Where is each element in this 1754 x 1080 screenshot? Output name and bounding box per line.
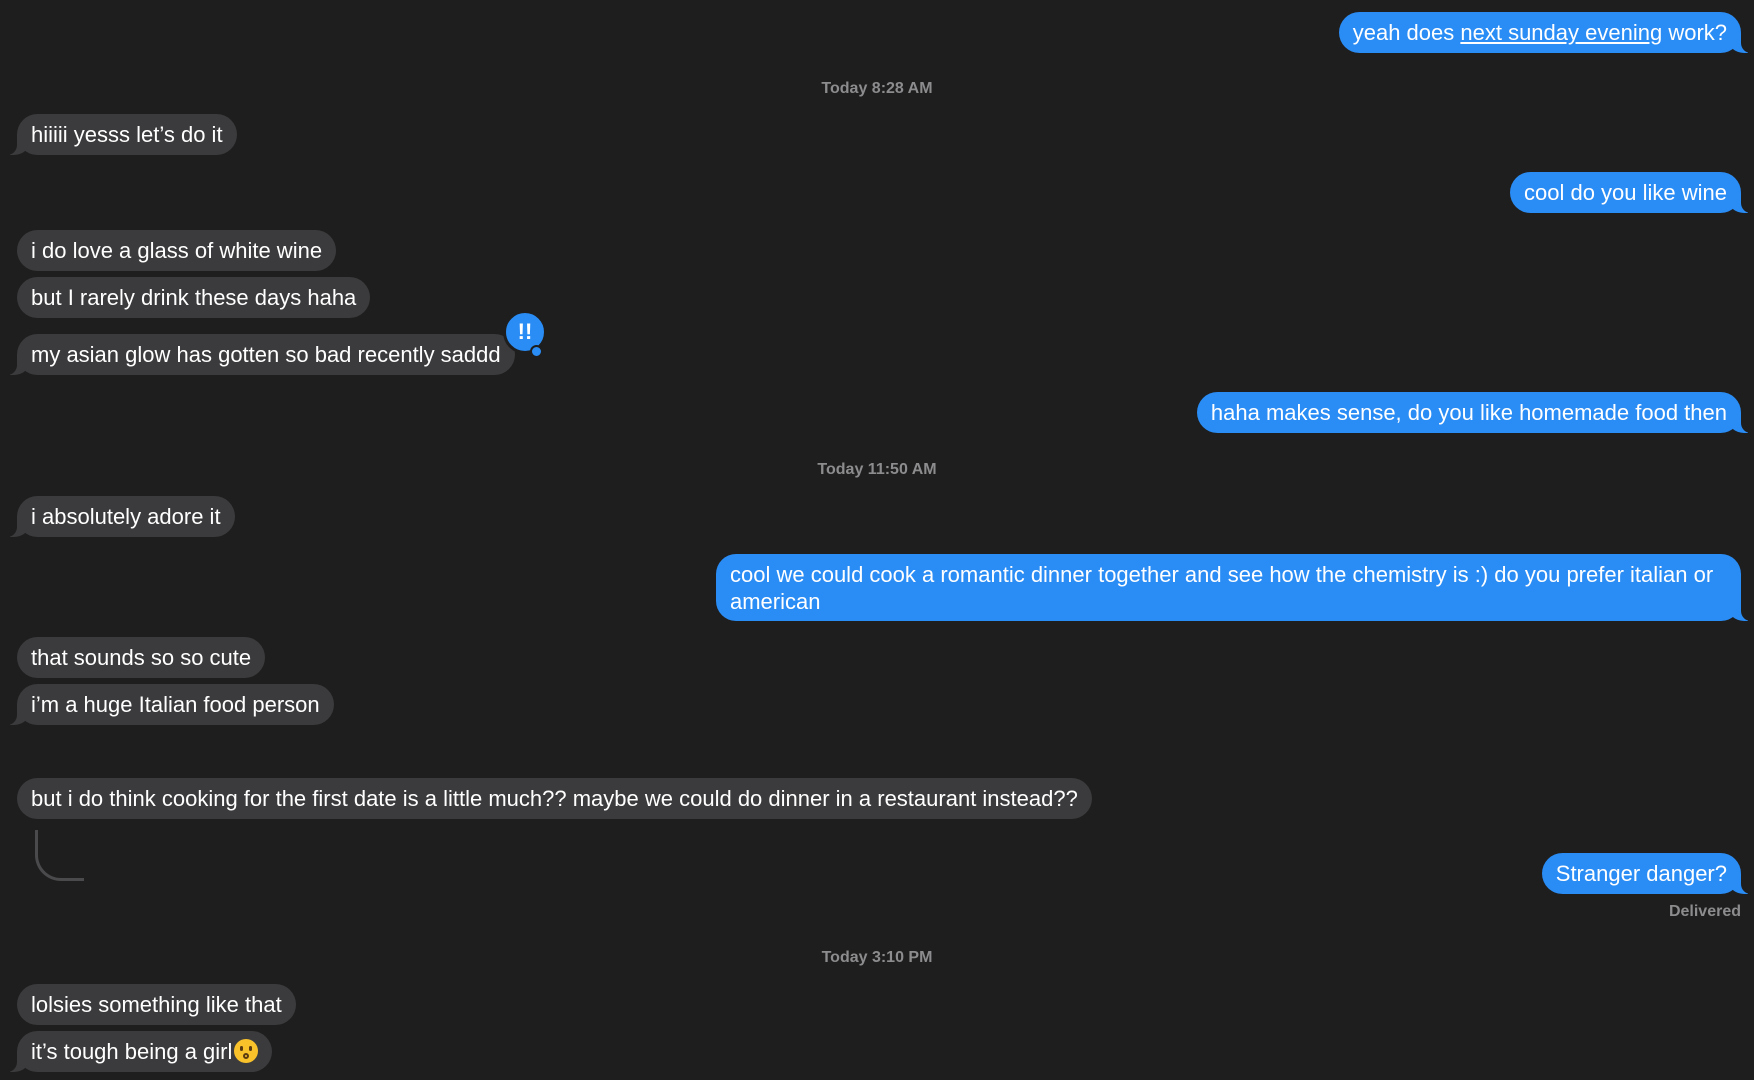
- message-text: Stranger danger?: [1555, 861, 1727, 886]
- reply-thread-line: [35, 830, 84, 881]
- timestamp: Today 11:50 AM: [817, 461, 937, 478]
- message-bubble-incoming[interactable]: but i do think cooking for the first dat…: [17, 778, 1092, 819]
- message-text: yeah does next sunday evening work?: [1352, 20, 1727, 45]
- message-text: i absolutely adore it: [31, 504, 221, 529]
- timestamp: Today 3:10 PM: [821, 949, 933, 966]
- message-text: hiiiii yesss let’s do it: [31, 122, 223, 147]
- message-text: that sounds so so cute: [31, 645, 252, 670]
- message-text: haha makes sense, do you like homemade f…: [1210, 400, 1727, 425]
- timestamp: Today 8:28 AM: [821, 80, 933, 97]
- chat-transcript: yeah does next sunday evening work? Toda…: [0, 0, 1754, 1080]
- message-bubble-outgoing[interactable]: cool we could cook a romantic dinner tog…: [716, 554, 1754, 621]
- message-text: my asian glow has gotten so bad recently…: [31, 342, 501, 367]
- face-with-hand-over-mouth-icon: [234, 1039, 259, 1063]
- delivery-status: Delivered: [1668, 903, 1741, 920]
- message-text: but i do think cooking for the first dat…: [31, 786, 1078, 811]
- date-link[interactable]: next sunday evening: [1460, 20, 1662, 45]
- message-bubble-incoming[interactable]: i absolutely adore it: [0, 496, 235, 537]
- message-text: i’m a huge Italian food person: [31, 692, 320, 717]
- message-bubble-outgoing[interactable]: haha makes sense, do you like homemade f…: [1196, 392, 1754, 433]
- message-text: cool do you like wine: [1523, 180, 1727, 205]
- message-text: lolsies something like that: [31, 992, 282, 1017]
- message-text: cool we could cook a romantic dinner tog…: [730, 562, 1714, 614]
- message-bubble-incoming[interactable]: but I rarely drink these days haha: [17, 277, 371, 318]
- message-text: i do love a glass of white wine: [31, 238, 323, 263]
- message-bubble-incoming[interactable]: i’m a huge Italian food person: [0, 684, 334, 725]
- message-bubble-incoming[interactable]: lolsies something like that: [17, 984, 296, 1025]
- message-bubble-incoming[interactable]: my asian glow has gotten so bad recently…: [0, 334, 515, 375]
- message-bubble-outgoing[interactable]: Stranger danger?: [1541, 853, 1754, 894]
- message-bubble-incoming[interactable]: that sounds so so cute: [17, 637, 266, 678]
- message-bubble-incoming[interactable]: hiiiii yesss let’s do it: [0, 114, 237, 155]
- message-bubble-outgoing[interactable]: yeah does next sunday evening work?: [1338, 12, 1754, 53]
- tapback-tail-dot: [530, 345, 543, 358]
- message-bubble-incoming[interactable]: it’s tough being a girl: [0, 1031, 273, 1072]
- message-bubble-incoming[interactable]: i do love a glass of white wine: [17, 230, 337, 271]
- message-text: it’s tough being a girl: [31, 1039, 259, 1064]
- message-bubble-outgoing[interactable]: cool do you like wine: [1509, 172, 1754, 213]
- message-text: but I rarely drink these days haha: [31, 285, 357, 310]
